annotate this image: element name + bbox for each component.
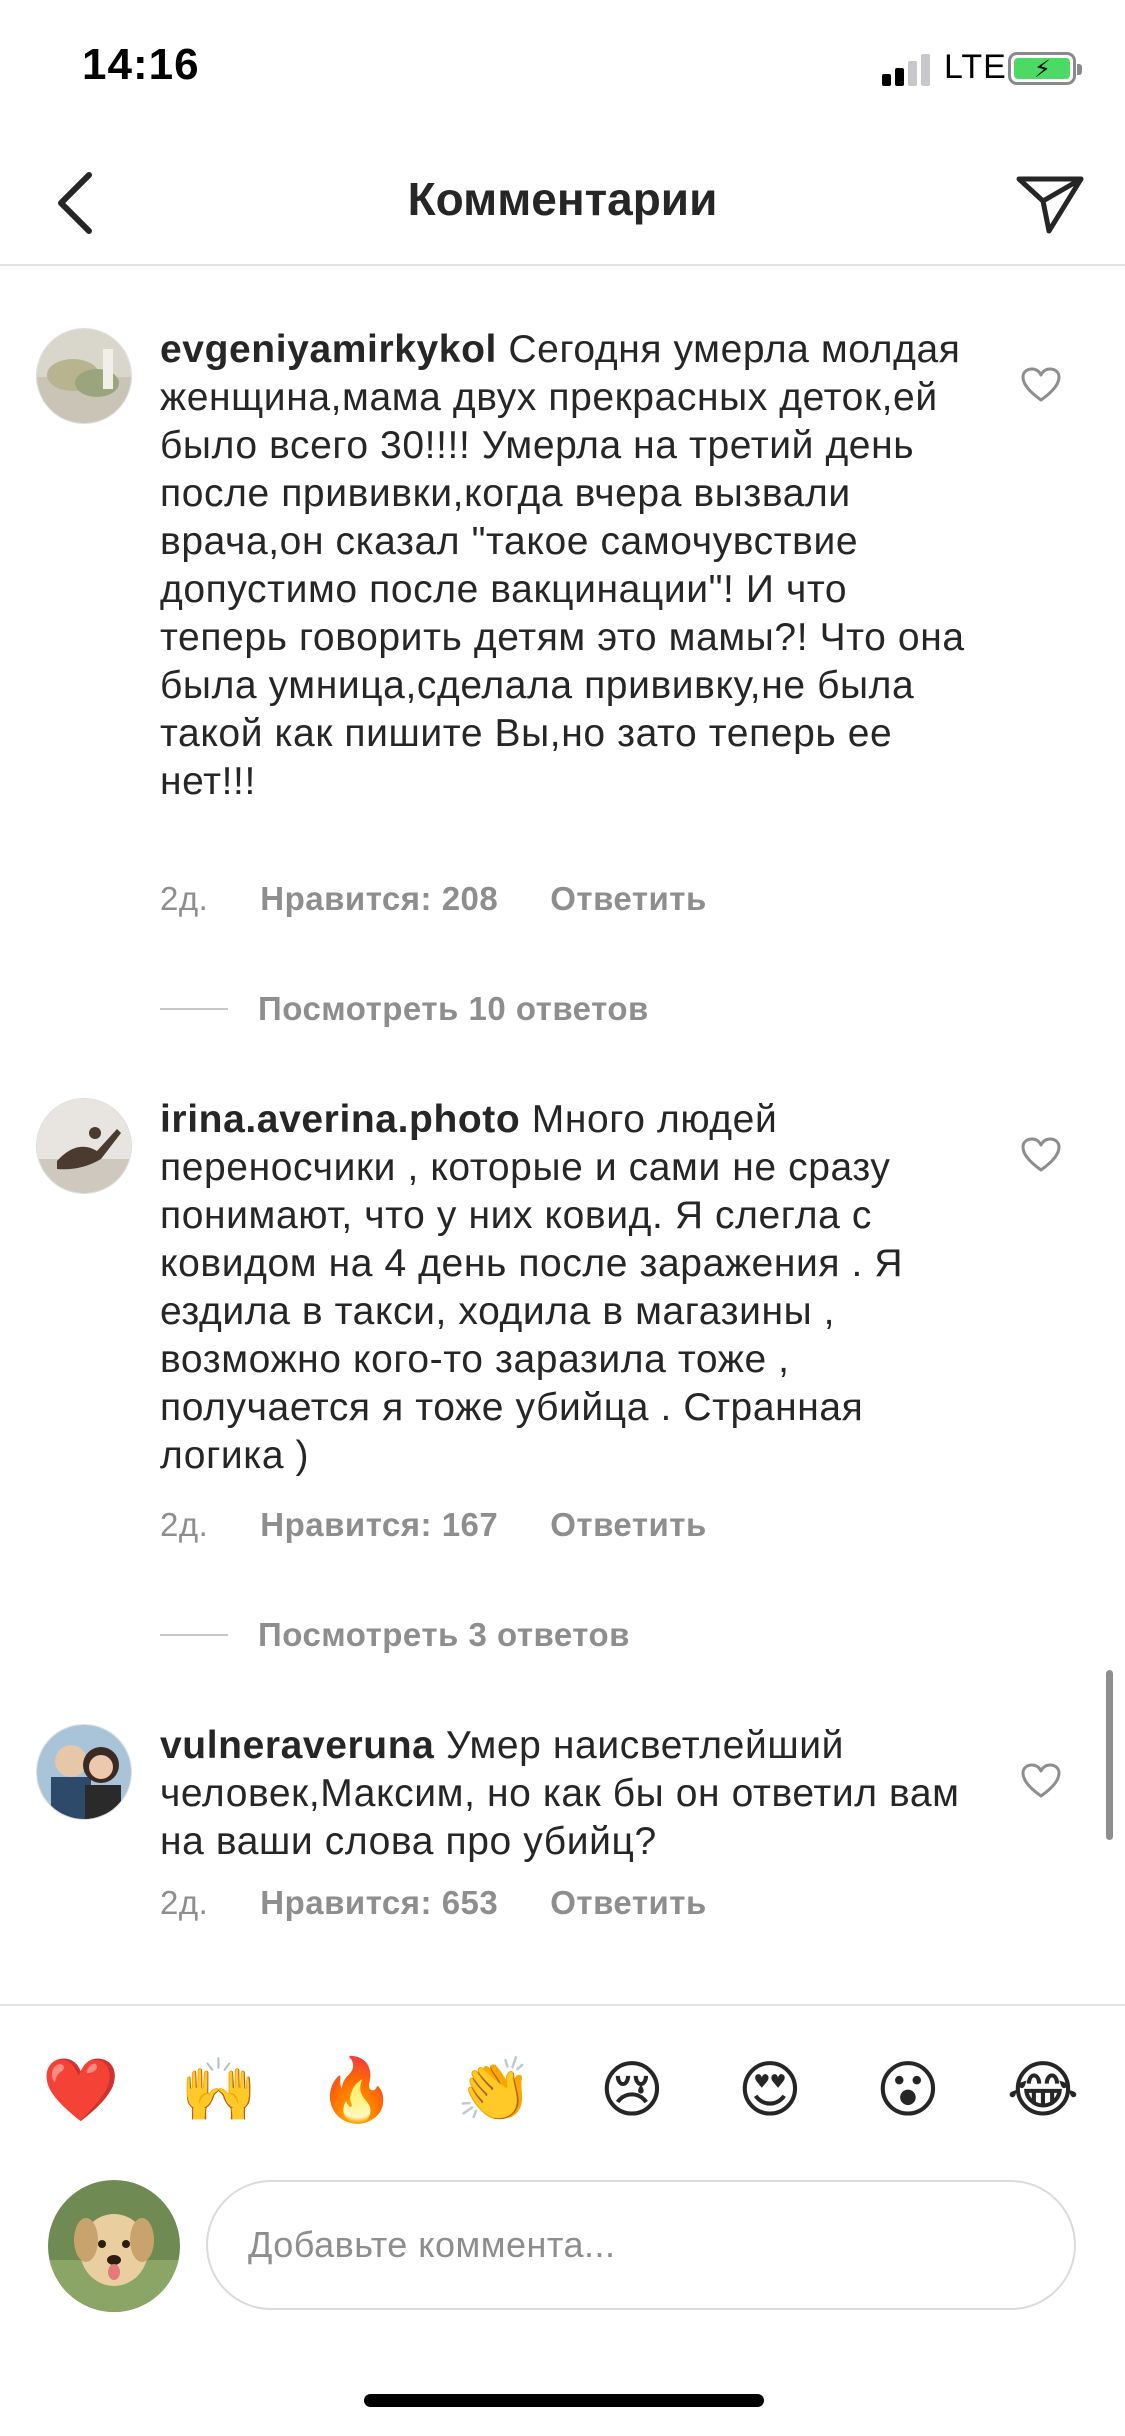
emoji-heart-button[interactable]: ❤️ <box>42 2052 119 2128</box>
view-replies-label: Посмотреть 10 ответов <box>258 990 649 1027</box>
commenter-avatar[interactable] <box>36 1724 132 1820</box>
replies-divider <box>160 1634 228 1636</box>
comment-meta: 2д. Нравится: 167 Ответить <box>160 1506 707 1544</box>
emoji-crying-button[interactable]: 😢 <box>594 2052 670 2128</box>
header: Комментарии <box>0 140 1125 266</box>
heart-outline-icon <box>1021 367 1061 402</box>
comment-input[interactable]: Добавьте коммента... <box>206 2180 1076 2310</box>
my-avatar[interactable] <box>48 2180 180 2312</box>
emoji-laughing-button[interactable]: 😂 <box>1005 2052 1081 2128</box>
comment-content: Много людей переносчики , которые и сами… <box>160 1098 904 1477</box>
view-replies-label: Посмотреть 3 ответов <box>258 1616 630 1653</box>
share-button[interactable] <box>1005 158 1095 248</box>
like-button[interactable] <box>1016 1130 1066 1180</box>
comment-time: 2д. <box>160 880 209 917</box>
comment-text: evgeniyamirkykol Сегодня умерла молдая ж… <box>160 326 980 806</box>
reply-button[interactable]: Ответить <box>550 1884 707 1922</box>
scrollbar[interactable] <box>1106 1670 1113 1840</box>
reply-button[interactable]: Ответить <box>550 880 707 918</box>
comment-likes-count[interactable]: Нравится: 653 <box>260 1884 498 1922</box>
comment-username[interactable]: vulneraveruna <box>160 1724 434 1767</box>
page-title: Комментарии <box>407 173 718 225</box>
comment-content: Сегодня умерла молдая женщина,мама двух … <box>160 328 965 803</box>
cellular-signal-icon <box>882 52 934 86</box>
comment-time: 2д. <box>160 1506 209 1543</box>
comment-meta: 2д. Нравится: 653 Ответить <box>160 1884 707 1922</box>
comment-username[interactable]: irina.averina.photo <box>160 1098 520 1141</box>
replies-divider <box>160 1008 228 1010</box>
comment-username[interactable]: evgeniyamirkykol <box>160 328 497 371</box>
comment-likes-count[interactable]: Нравится: 208 <box>260 880 498 918</box>
view-replies-button[interactable]: Посмотреть 3 ответов <box>160 1616 630 1654</box>
like-button[interactable] <box>1016 1756 1066 1806</box>
comment-likes-count[interactable]: Нравится: 167 <box>260 1506 498 1544</box>
view-replies-button[interactable]: Посмотреть 10 ответов <box>160 990 649 1028</box>
emoji-surprised-button[interactable]: 😮 <box>870 2052 946 2128</box>
emoji-heart-eyes-button[interactable]: 😍 <box>732 2052 808 2128</box>
comment-text: irina.averina.photo Много людей переносч… <box>160 1096 980 1480</box>
heart-outline-icon <box>1021 1763 1061 1798</box>
emoji-fire-button[interactable]: 🔥 <box>318 2052 395 2128</box>
comment-text: vulneraveruna Умер наисветлейший человек… <box>160 1722 980 1866</box>
network-type: LTE <box>944 48 1007 86</box>
commenter-avatar[interactable] <box>36 328 132 424</box>
comment-composer: Добавьте коммента... <box>0 2162 1125 2362</box>
heart-outline-icon <box>1021 1137 1061 1172</box>
emoji-clap-button[interactable]: 👏 <box>456 2052 533 2128</box>
status-time: 14:16 <box>82 40 200 89</box>
emoji-quick-bar: ❤️ 🙌 🔥 👏 😢 😍 😮 😂 <box>0 2004 1125 2162</box>
commenter-avatar[interactable] <box>36 1098 132 1194</box>
reply-button[interactable]: Ответить <box>550 1506 707 1544</box>
comment-time: 2д. <box>160 1884 209 1921</box>
like-button[interactable] <box>1016 360 1066 410</box>
battery-charging-icon: ⚡ <box>1008 52 1082 85</box>
home-indicator <box>364 2394 764 2407</box>
paper-plane-icon <box>1016 176 1084 234</box>
comment-meta: 2д. Нравится: 208 Ответить <box>160 880 707 918</box>
status-bar: 14:16 LTE ⚡ <box>0 0 1125 140</box>
emoji-raised-hands-button[interactable]: 🙌 <box>180 2052 257 2128</box>
